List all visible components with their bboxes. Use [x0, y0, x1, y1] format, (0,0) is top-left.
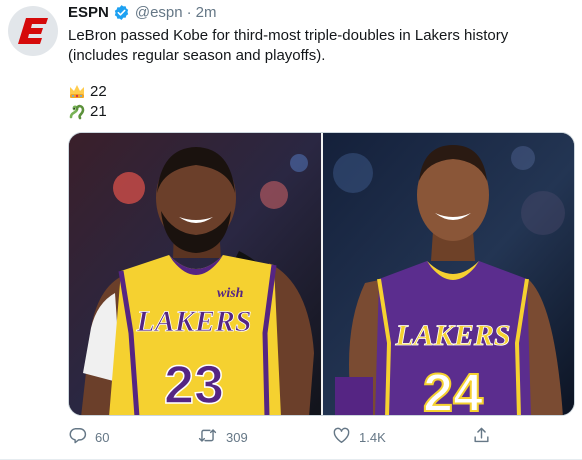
meta-separator: · — [186, 4, 192, 21]
reply-icon — [68, 426, 87, 448]
photo-lebron: wish LAKERS 23 — [69, 133, 322, 415]
jersey-brand-right: LAKERS — [394, 319, 510, 352]
author-handle[interactable]: @espn — [135, 4, 183, 21]
retweet-button[interactable]: 309 — [197, 426, 248, 448]
stat-line-lebron: 22 — [68, 82, 107, 100]
patch-logo: wish — [217, 286, 244, 301]
jersey-number-left: 23 — [164, 355, 224, 415]
jersey-number-right: 24 — [423, 363, 483, 416]
like-count: 1.4K — [359, 429, 386, 445]
crown-icon — [68, 82, 86, 100]
stat-value-kobe: 21 — [90, 102, 107, 120]
stat-line-kobe: 21 — [68, 102, 107, 120]
retweet-count: 309 — [226, 429, 248, 445]
tweet-actions: 60 309 1.4K — [68, 426, 508, 448]
stat-value-lebron: 22 — [90, 82, 107, 100]
share-button[interactable] — [472, 426, 491, 448]
share-icon — [472, 426, 491, 448]
espn-logo — [18, 18, 48, 44]
reply-count: 60 — [95, 429, 110, 445]
snake-icon — [68, 102, 86, 120]
heart-icon — [332, 426, 351, 448]
photo-kobe: LAKERS 24 — [323, 133, 574, 416]
tweet-timestamp[interactable]: 2m — [196, 4, 217, 21]
author-name[interactable]: ESPN — [68, 4, 109, 21]
jersey-brand-left: LAKERS — [135, 305, 251, 338]
tweet-photo[interactable]: wish LAKERS 23 LAKERS 24 — [68, 132, 575, 416]
reply-button[interactable]: 60 — [68, 426, 109, 448]
verified-badge-icon — [113, 4, 130, 21]
retweet-icon — [197, 426, 218, 448]
tweet-text: LeBron passed Kobe for third-most triple… — [68, 27, 509, 64]
tweet[interactable]: ESPN @espn · 2m LeBron passed Kobe for t… — [0, 0, 582, 460]
like-button[interactable]: 1.4K — [332, 426, 386, 448]
tweet-header: ESPN @espn · 2m — [68, 4, 216, 21]
avatar[interactable] — [8, 6, 58, 56]
